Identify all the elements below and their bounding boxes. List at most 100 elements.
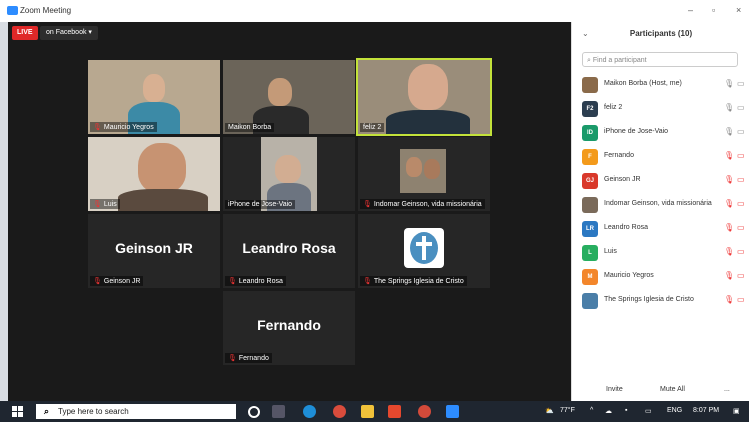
participant-name: iPhone de Jose-Vaio [604, 128, 669, 135]
participant-avatar: GJ [582, 173, 598, 189]
window-title: Zoom Meeting [20, 6, 72, 15]
zoom-app-icon[interactable] [446, 405, 459, 418]
minimize-button[interactable]: – [688, 5, 693, 15]
office-icon[interactable] [388, 405, 401, 418]
participant-row[interactable]: GJ Geinson JR 🎙 ▭ [582, 171, 748, 191]
participant-row[interactable]: M Mauricio Yegros 🎙 ▭ [582, 267, 748, 287]
participant-name: The Springs Iglesia de Cristo [604, 296, 694, 303]
participant-row[interactable]: F2 feliz 2 🎙 ▭ [582, 99, 748, 119]
video-tile[interactable]: 🎙 Luis [88, 137, 220, 211]
more-options-button[interactable]: ... [718, 384, 736, 395]
tile-name: 🎙 Indomar Geinson, vida missionária [360, 199, 485, 209]
video-icon[interactable]: ▭ [737, 79, 745, 88]
participant-name: Indomar Geinson, vida missionária [604, 200, 712, 207]
mic-icon[interactable]: 🎙 [724, 103, 734, 112]
participant-face [275, 155, 301, 183]
search-icon: ⌕ [44, 406, 50, 416]
participant-row[interactable]: F Fernando 🎙 ▭ [582, 147, 748, 167]
video-icon[interactable]: ▭ [737, 127, 745, 136]
language-indicator[interactable]: ENG [667, 407, 682, 414]
participant-search-input[interactable]: ⌕ Find a participant [582, 52, 738, 67]
participant-face [408, 64, 448, 110]
network-icon[interactable]: ▪ [625, 407, 627, 414]
participant-name: Fernando [604, 152, 634, 159]
tile-name: 🎙 The Springs Iglesia de Cristo [360, 276, 467, 286]
mic-icon[interactable]: 🎙 [724, 127, 734, 136]
task-view-icon[interactable] [272, 405, 285, 418]
mic-muted-icon: 🎙 [363, 201, 372, 208]
live-badge[interactable]: LIVE [12, 26, 38, 40]
mic-muted-icon[interactable]: 🎙 [724, 223, 734, 232]
edge-icon[interactable] [303, 405, 316, 418]
tile-name: 🎙 Mauricio Yegros [90, 122, 157, 132]
mic-muted-icon[interactable]: 🎙 [724, 247, 734, 256]
participant-face [268, 78, 292, 106]
file-explorer-icon[interactable] [361, 405, 374, 418]
participant-row[interactable]: LR Leandro Rosa 🎙 ▭ [582, 219, 748, 239]
close-button[interactable]: × [736, 5, 741, 15]
participant-row[interactable]: Indomar Geinson, vida missionária 🎙 ▭ [582, 195, 748, 215]
weather-icon[interactable]: ⛅ [545, 407, 554, 415]
tile-name: 🎙 Geinson JR [90, 276, 144, 286]
participant-face [406, 157, 422, 177]
participant-body [386, 110, 470, 134]
video-tile[interactable]: Leandro Rosa 🎙 Leandro Rosa [223, 214, 355, 288]
tile-name: iPhone de Jose-Vaio [225, 200, 296, 209]
video-tile[interactable]: Geinson JR 🎙 Geinson JR [88, 214, 220, 288]
keyboard-icon[interactable]: ▭ [645, 407, 652, 415]
cortana-icon[interactable] [248, 406, 260, 418]
participant-avatar [582, 77, 598, 93]
mic-icon[interactable]: 🎙 [724, 79, 734, 88]
mic-muted-icon[interactable]: 🎙 [724, 295, 734, 304]
video-off-icon[interactable]: ▭ [737, 223, 745, 232]
video-off-icon[interactable]: ▭ [737, 295, 745, 304]
church-logo [404, 228, 444, 268]
participant-avatar: F [582, 149, 598, 165]
mic-muted-icon[interactable]: 🎙 [724, 151, 734, 160]
video-tile[interactable]: Fernando 🎙 Fernando [223, 291, 355, 365]
video-tile[interactable]: 🎙 The Springs Iglesia de Cristo [358, 214, 490, 288]
video-tile[interactable]: 🎙 Indomar Geinson, vida missionária [358, 137, 490, 211]
notification-icon[interactable]: ▣ [733, 407, 740, 415]
video-off-icon[interactable]: ▭ [737, 247, 745, 256]
video-off-icon[interactable]: ▭ [737, 151, 745, 160]
tile-name: 🎙 Fernando [225, 353, 272, 363]
participant-body [118, 189, 208, 211]
video-icon[interactable]: ▭ [737, 103, 745, 112]
clock[interactable]: 8:07 PM [693, 407, 719, 414]
participant-row[interactable]: The Springs Iglesia de Cristo 🎙 ▭ [582, 291, 748, 311]
participant-row[interactable]: Maikon Borba (Host, me) 🎙 ▭ [582, 75, 748, 95]
mic-muted-icon[interactable]: 🎙 [724, 175, 734, 184]
chrome-icon[interactable] [333, 405, 346, 418]
windows-start-icon[interactable] [12, 406, 23, 417]
video-off-icon[interactable]: ▭ [737, 175, 745, 184]
chrome-icon[interactable] [418, 405, 431, 418]
video-tile-active-speaker[interactable]: feliz 2 [356, 58, 492, 136]
profile-photo [400, 149, 446, 193]
video-tile[interactable]: iPhone de Jose-Vaio [223, 137, 355, 211]
video-tile[interactable]: 🎙 Mauricio Yegros [88, 60, 220, 134]
live-destination-dropdown[interactable]: on Facebook ▾ [40, 26, 98, 40]
tray-overflow-icon[interactable]: ^ [590, 407, 593, 414]
video-off-icon[interactable]: ▭ [737, 271, 745, 280]
mic-muted-icon[interactable]: 🎙 [724, 199, 734, 208]
maximize-button[interactable]: ▫ [712, 5, 715, 15]
mic-muted-icon: 🎙 [228, 355, 237, 362]
weather-temp[interactable]: 77°F [560, 407, 575, 414]
invite-button[interactable]: Invite [600, 384, 629, 395]
participant-face [138, 143, 186, 193]
participant-name: Luis [604, 248, 617, 255]
mic-muted-icon[interactable]: 🎙 [724, 271, 734, 280]
mute-all-button[interactable]: Mute All [654, 384, 691, 395]
cross-icon [422, 236, 426, 260]
participant-row[interactable]: L Luis 🎙 ▭ [582, 243, 748, 263]
video-tile[interactable]: Maikon Borba [223, 60, 355, 134]
video-off-icon[interactable]: ▭ [737, 199, 745, 208]
participant-face [424, 159, 440, 179]
cloud-icon[interactable]: ☁ [605, 407, 612, 415]
participant-face [143, 74, 165, 102]
taskbar-search-input[interactable]: ⌕ Type here to search [36, 404, 236, 419]
tile-name: 🎙 Leandro Rosa [225, 276, 286, 286]
participant-avatar: M [582, 269, 598, 285]
participant-row[interactable]: ID iPhone de Jose-Vaio 🎙 ▭ [582, 123, 748, 143]
